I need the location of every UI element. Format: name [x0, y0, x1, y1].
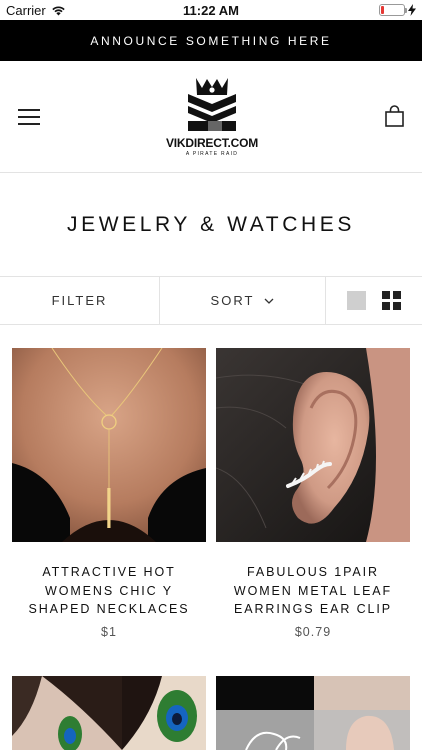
- crown-logo-icon: [188, 78, 236, 131]
- menu-line: [18, 123, 40, 125]
- grid-cell: [382, 302, 390, 310]
- filter-label: FILTER: [51, 293, 108, 308]
- battery-icon: [379, 4, 407, 16]
- single-column-view-icon[interactable]: [347, 291, 366, 310]
- product-card[interactable]: ATTRACTIVE HOT WOMENS CHIC Y SHAPED NECK…: [12, 348, 206, 639]
- product-title[interactable]: ATTRACTIVE HOT WOMENS CHIC Y SHAPED NECK…: [12, 563, 206, 619]
- charging-bolt-icon: [408, 4, 416, 16]
- status-right: [379, 4, 416, 16]
- grid-view-icon[interactable]: [382, 291, 401, 310]
- product-image-necklace[interactable]: [12, 348, 206, 542]
- collection-toolbar: FILTER SORT: [0, 277, 422, 325]
- status-time: 11:22 AM: [183, 3, 239, 18]
- filter-button[interactable]: FILTER: [0, 277, 160, 324]
- product-image-peacock-earrings[interactable]: [12, 676, 206, 750]
- site-header: VIKDIRECT.COM A PIRATE RAID: [0, 61, 422, 173]
- hamburger-icon[interactable]: [18, 109, 40, 125]
- product-price: $0.79: [294, 624, 332, 639]
- menu-line: [18, 116, 40, 118]
- announcement-bar: ANNOUNCE SOMETHING HERE: [0, 20, 422, 61]
- page-title: JEWELRY & WATCHES: [0, 173, 422, 277]
- product-price: $1: [101, 624, 117, 639]
- battery-level: [381, 6, 384, 14]
- product-card[interactable]: FABULOUS 1PAIR WOMEN METAL LEAF EARRINGS…: [216, 348, 410, 639]
- product-card[interactable]: [12, 676, 206, 750]
- announcement-text: ANNOUNCE SOMETHING HERE: [90, 33, 332, 48]
- grid-cell: [382, 291, 390, 299]
- product-card[interactable]: [216, 676, 410, 750]
- product-image-earrings[interactable]: [216, 348, 410, 542]
- chevron-down-icon: [264, 298, 274, 304]
- status-bar: Carrier 11:22 AM: [0, 0, 422, 20]
- grid-cell: [393, 302, 401, 310]
- grid-cell: [393, 291, 401, 299]
- collection-title: JEWELRY & WATCHES: [67, 212, 355, 236]
- site-logo[interactable]: VIKDIRECT.COM A PIRATE RAID: [161, 75, 263, 159]
- logo-tagline: A PIRATE RAID: [185, 151, 239, 157]
- sort-button[interactable]: SORT: [160, 277, 326, 324]
- product-title[interactable]: FABULOUS 1PAIR WOMEN METAL LEAF EARRINGS…: [216, 563, 410, 619]
- sort-label: SORT: [210, 293, 255, 308]
- shopping-bag-icon[interactable]: [385, 105, 404, 132]
- logo-name: VIKDIRECT.COM: [165, 136, 259, 150]
- product-image-ear-cuff[interactable]: [216, 676, 410, 750]
- menu-line: [18, 109, 40, 111]
